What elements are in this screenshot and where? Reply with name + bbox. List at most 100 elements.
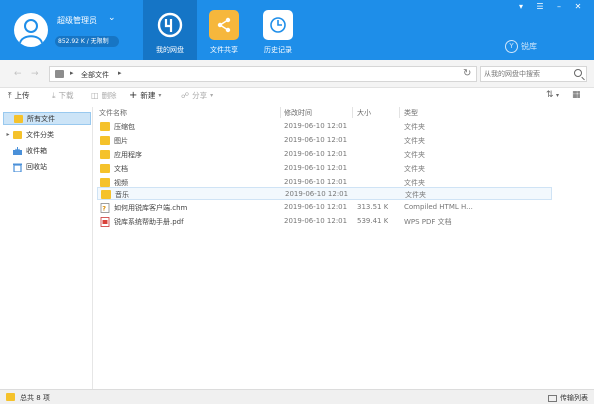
caret-down-icon[interactable]: ▾ <box>556 92 559 99</box>
file-modified: 2019-06-10 12:01 <box>284 178 348 186</box>
column-header-name[interactable]: 文件名称 <box>99 108 127 118</box>
file-type: 文件夹 <box>404 151 425 159</box>
caret-down-icon: ▾ <box>210 92 214 99</box>
menu-icon[interactable]: ☰ <box>533 2 547 11</box>
table-row[interactable]: ? 如何用锐库客户端.chm 2019-06-10 12:01 313.51 K… <box>97 201 552 214</box>
sidebar-item-label: 收件箱 <box>26 146 47 155</box>
folder-icon <box>14 114 23 123</box>
tab-label: 文件共享 <box>210 46 238 54</box>
column-header-type[interactable]: 类型 <box>404 108 418 118</box>
tab-label: 历史记录 <box>264 46 292 54</box>
file-list: 文件名称 修改时间 大小 类型 压缩包 2019-06-10 12:01 文件夹… <box>94 107 594 389</box>
search-box[interactable] <box>480 66 587 82</box>
address-bar: ← → ▸ 全部文件 ▸ ↻ <box>0 60 594 88</box>
expand-icon[interactable]: ▸ <box>3 131 13 138</box>
table-row[interactable]: 压缩包 2019-06-10 12:01 文件夹 <box>97 120 552 133</box>
transfer-label: 传输列表 <box>560 394 588 402</box>
file-type: 文件夹 <box>404 123 425 131</box>
tab-file-share[interactable]: 文件共享 <box>197 0 251 60</box>
share-icon: ☍ <box>181 91 190 100</box>
forward-arrow-icon[interactable]: → <box>31 69 39 79</box>
column-header-size[interactable]: 大小 <box>357 108 371 118</box>
sort-icon[interactable]: ⇅ <box>546 90 554 100</box>
column-header-modified[interactable]: 修改时间 <box>284 108 312 118</box>
download-button[interactable]: ⤓ 下载 <box>52 90 74 101</box>
file-modified: 2019-06-10 12:01 <box>284 217 348 225</box>
upload-button[interactable]: ⤒ 上传 <box>8 90 30 101</box>
share-button[interactable]: ☍ 分享 ▾ <box>181 90 213 101</box>
share-folder-icon <box>209 10 239 40</box>
file-type: 文件夹 <box>404 137 425 145</box>
folder-icon <box>100 136 110 145</box>
brand: Y 锐库 <box>505 40 537 53</box>
brand-name: 锐库 <box>521 42 537 51</box>
folder-icon <box>100 164 110 173</box>
transfer-list-button[interactable]: 传输列表 <box>548 393 588 403</box>
folder-icon <box>55 70 64 78</box>
file-modified: 2019-06-10 12:01 <box>284 122 348 130</box>
new-button[interactable]: + 新建 ▾ <box>129 90 161 101</box>
upload-label: 上传 <box>14 91 30 100</box>
search-input[interactable] <box>481 67 569 81</box>
status-bar: 总共 8 项 传输列表 <box>0 389 594 404</box>
folder-icon <box>13 130 22 139</box>
user-icon <box>19 19 43 44</box>
brand-logo-icon: Y <box>505 40 518 53</box>
tab-label: 我的网盘 <box>156 46 184 54</box>
table-row[interactable]: 应用程序 2019-06-10 12:01 文件夹 <box>97 148 552 161</box>
top-bar: 超级管理员 ⌄ 852.92 K / 无限制 我的网盘 文件共享 历史记录 Y … <box>0 0 594 60</box>
file-type: 文件夹 <box>405 191 426 199</box>
table-row[interactable]: 图片 2019-06-10 12:01 文件夹 <box>97 134 552 147</box>
back-arrow-icon[interactable]: ← <box>14 69 22 79</box>
breadcrumb-root[interactable]: 全部文件 <box>81 70 109 80</box>
caret-down-icon: ▾ <box>158 92 162 99</box>
sidebar-item-categories[interactable]: ▸ 文件分类 <box>3 128 91 141</box>
refresh-icon[interactable]: ↻ <box>463 68 471 79</box>
chevron-right-icon: ▸ <box>70 69 74 77</box>
file-modified: 2019-06-10 12:01 <box>284 203 348 211</box>
user-avatar[interactable] <box>14 13 48 47</box>
quota-usage: 852.92 K / 无限制 <box>55 36 119 47</box>
recycle-bin-icon <box>13 163 22 173</box>
svg-text:?: ? <box>102 205 106 213</box>
tab-history[interactable]: 历史记录 <box>251 0 305 60</box>
file-name: 图片 <box>114 137 128 145</box>
file-modified: 2019-06-10 12:01 <box>285 190 349 198</box>
file-name: 如何用锐库客户端.chm <box>114 204 188 212</box>
table-row[interactable]: 锐库系统帮助手册.pdf 2019-06-10 12:01 539.41 K W… <box>97 215 552 228</box>
sidebar-item-inbox[interactable]: 收件箱 <box>3 144 91 157</box>
pdf-file-icon <box>100 217 110 227</box>
delete-button[interactable]: ◫ 删除 <box>91 90 117 101</box>
minimize-icon[interactable]: – <box>552 2 566 11</box>
close-icon[interactable]: ✕ <box>571 2 585 11</box>
trash-icon: ◫ <box>91 91 99 100</box>
breadcrumb[interactable]: ▸ 全部文件 ▸ <box>49 66 477 82</box>
history-icon <box>263 10 293 40</box>
file-modified: 2019-06-10 12:01 <box>284 136 348 144</box>
table-row[interactable]: 文档 2019-06-10 12:01 文件夹 <box>97 162 552 175</box>
sidebar-item-label: 文件分类 <box>26 130 54 139</box>
sidebar-item-recycle-bin[interactable]: 回收站 <box>3 160 91 173</box>
file-name: 应用程序 <box>114 151 142 159</box>
tab-my-drive[interactable]: 我的网盘 <box>143 0 197 60</box>
download-label: 下载 <box>58 91 74 100</box>
folder-icon <box>6 393 15 401</box>
share-label: 分享 <box>192 91 208 100</box>
search-icon[interactable] <box>574 69 582 77</box>
sidebar-item-all-files[interactable]: 所有文件 <box>3 112 91 125</box>
file-name: 锐库系统帮助手册.pdf <box>114 218 184 226</box>
chevron-down-icon[interactable]: ⌄ <box>108 13 116 23</box>
toolbar: ⤒ 上传 ⤓ 下载 ◫ 删除 + 新建 ▾ ☍ 分享 ▾ ⇅ ▾ ▦ <box>0 88 594 105</box>
chm-file-icon: ? <box>100 203 110 213</box>
plus-icon: + <box>129 90 138 101</box>
folder-icon <box>100 150 110 159</box>
upload-icon: ⤒ <box>8 90 12 100</box>
table-row[interactable]: 音乐 2019-06-10 12:01 文件夹 <box>97 187 552 200</box>
view-grid-icon[interactable]: ▦ <box>572 90 581 100</box>
pin-icon[interactable]: ▾ <box>514 2 528 11</box>
sidebar: 所有文件 ▸ 文件分类 收件箱 回收站 <box>0 107 93 389</box>
folder-icon <box>100 178 110 187</box>
username[interactable]: 超级管理员 <box>57 15 97 26</box>
download-icon: ⤓ <box>52 90 56 100</box>
folder-icon <box>101 190 111 199</box>
